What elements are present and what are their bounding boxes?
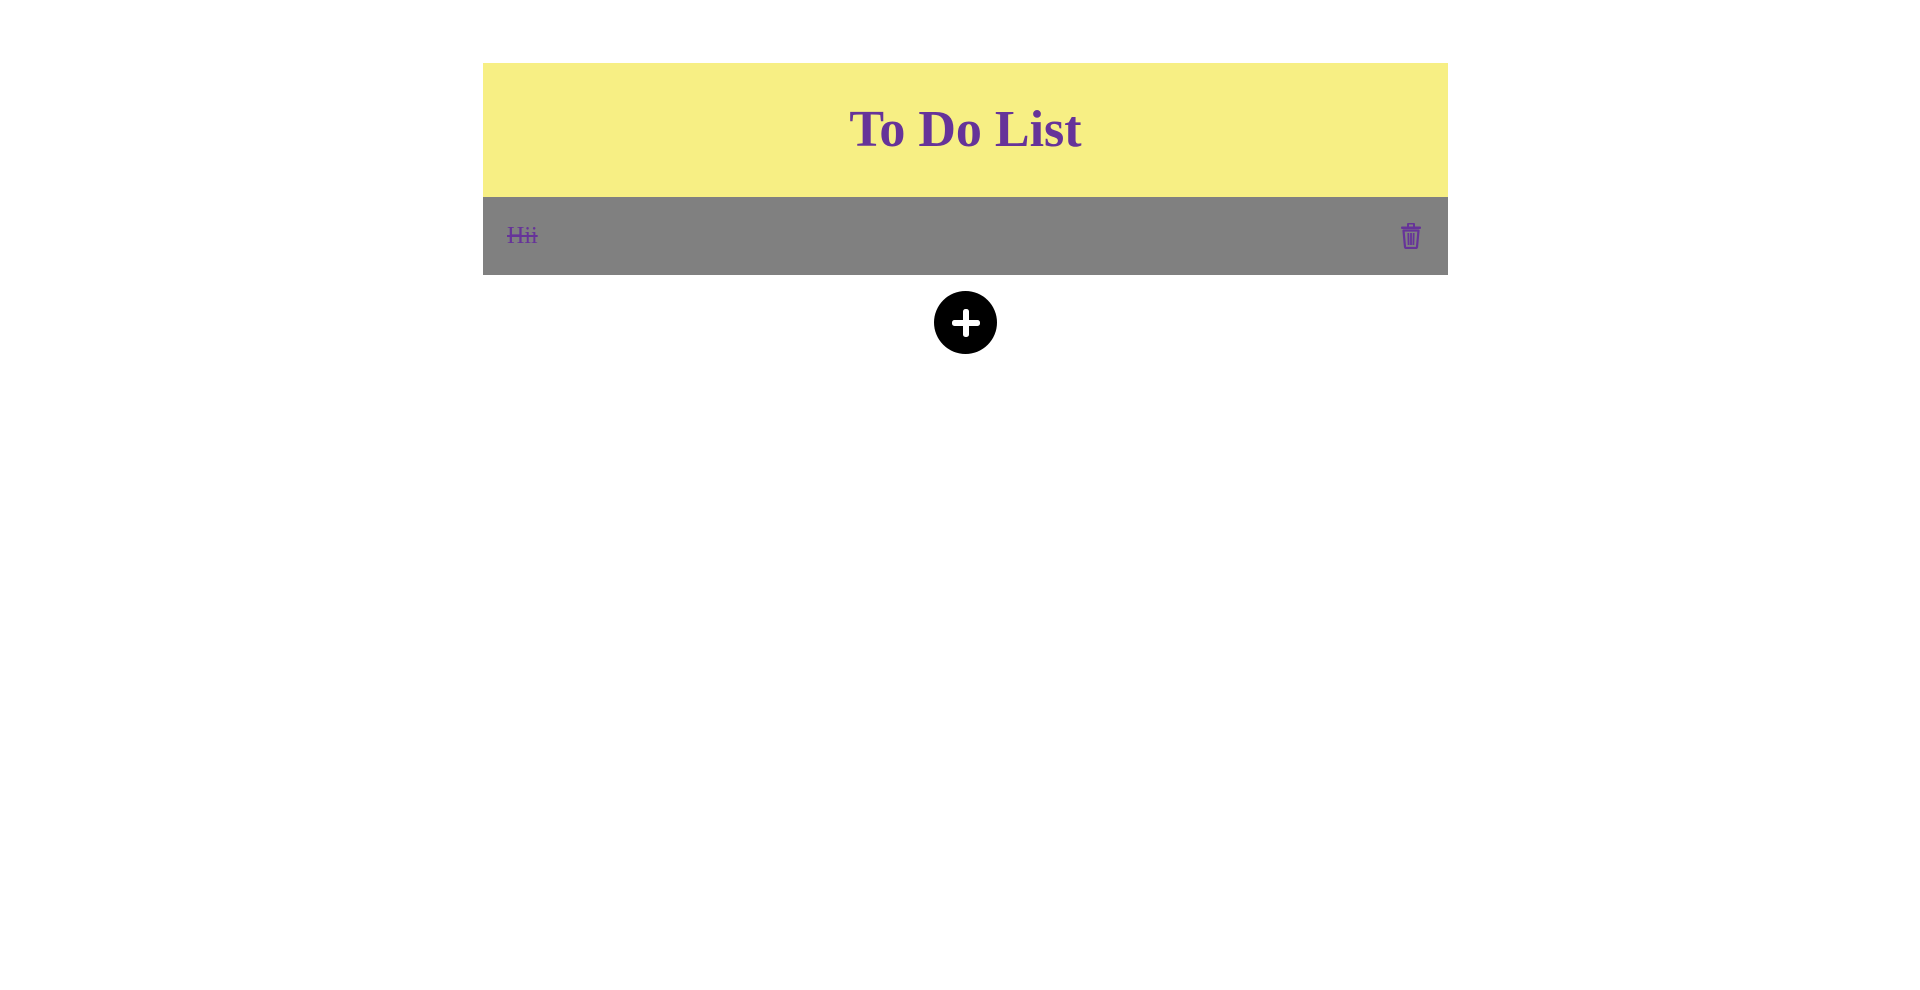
todo-item[interactable]: Hii — [483, 197, 1448, 275]
todo-app: To Do List Hii — [483, 63, 1448, 354]
page-title: To Do List — [849, 101, 1082, 158]
header: To Do List — [483, 63, 1448, 197]
add-todo-button[interactable] — [934, 291, 997, 354]
plus-icon — [951, 308, 980, 337]
add-button-container — [483, 291, 1448, 354]
todo-item-text[interactable]: Hii — [507, 223, 538, 250]
trash-icon[interactable] — [1398, 222, 1424, 250]
